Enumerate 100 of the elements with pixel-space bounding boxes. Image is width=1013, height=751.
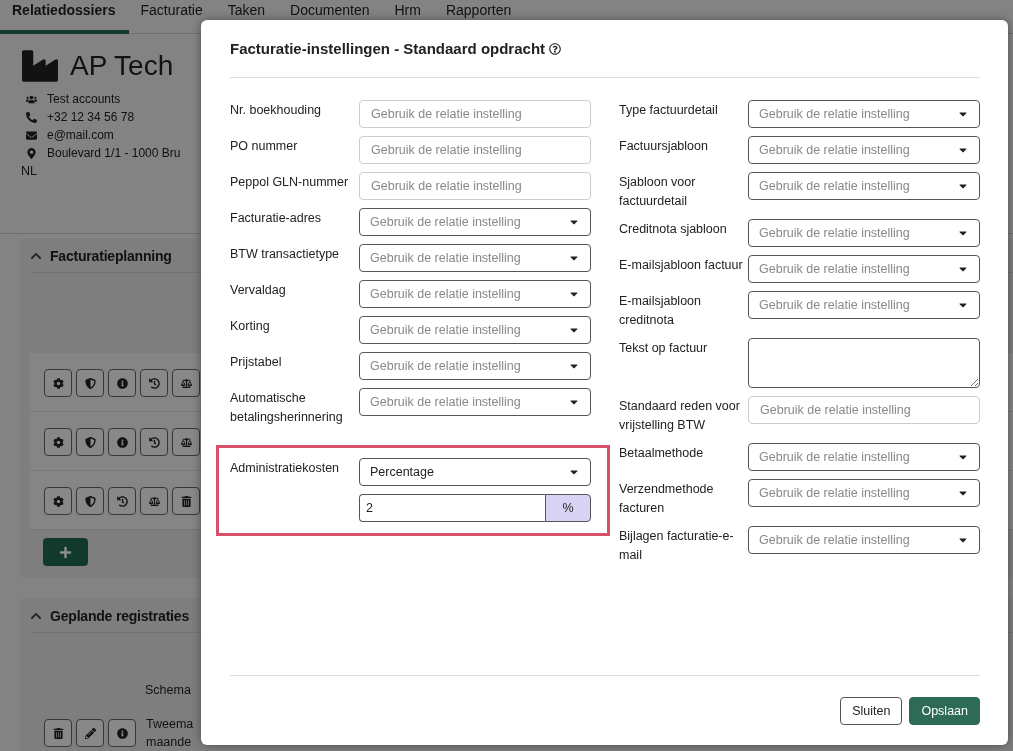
dropdown-field[interactable]: Gebruik de relatie instelling	[748, 291, 980, 319]
chevron-up-icon[interactable]	[30, 610, 42, 622]
shield-button[interactable]	[76, 369, 104, 397]
shield-button[interactable]	[76, 428, 104, 456]
field-label: Prijstabel	[230, 354, 283, 371]
field-label: Betaalmethode	[619, 445, 705, 462]
dropdown-field[interactable]: Gebruik de relatie instelling	[748, 255, 980, 283]
history-button[interactable]	[108, 487, 136, 515]
dropdown-field[interactable]: Gebruik de relatie instelling	[748, 219, 980, 247]
shield-button[interactable]	[76, 487, 104, 515]
tab[interactable]: Relatiedossiers	[0, 0, 129, 34]
add-button[interactable]	[43, 538, 88, 566]
save-button[interactable]: Opslaan	[909, 697, 980, 725]
field-label: Peppol GLN-nummer	[230, 174, 350, 191]
dropdown-field[interactable]: Gebruik de relatie instelling	[748, 479, 980, 507]
dropdown-field[interactable]: Gebruik de relatie instelling	[748, 526, 980, 554]
gear-icon	[52, 495, 64, 507]
dropdown-field[interactable]: Gebruik de relatie instelling	[359, 388, 591, 416]
shield-icon	[84, 495, 96, 507]
info-icon	[116, 727, 128, 739]
company-name: AP Tech	[70, 50, 174, 82]
dialog-title: Facturatie-instellingen - Standaard opdracht	[230, 40, 546, 57]
field-label: Administratiekosten	[230, 460, 341, 477]
dropdown-field[interactable]: Gebruik de relatie instelling	[748, 100, 980, 128]
info-icon	[116, 377, 128, 389]
dropdown-field[interactable]: Gebruik de relatie instelling	[748, 443, 980, 471]
text-field[interactable]: Gebruik de relatie instelling	[748, 396, 980, 424]
info-button[interactable]	[108, 719, 136, 747]
gear-button[interactable]	[44, 487, 72, 515]
history-icon	[148, 436, 160, 448]
info-button[interactable]	[108, 369, 136, 397]
field-label: E-mailsjabloon creditnota	[619, 293, 702, 329]
shield-icon	[84, 377, 96, 389]
field-label: Vervaldag	[230, 282, 287, 299]
field-label: Korting	[230, 318, 271, 335]
text-field[interactable]: Gebruik de relatie instelling	[359, 172, 591, 200]
scale-icon	[148, 495, 160, 507]
country-code: NL	[21, 163, 38, 180]
gear-icon	[52, 377, 64, 389]
contact-detail: Test accounts	[47, 91, 121, 108]
trash-icon	[180, 495, 192, 507]
field-label: Facturatie-adres	[230, 210, 322, 227]
chevron-up-icon[interactable]	[30, 250, 42, 262]
field-label: Type factuurdetail	[619, 102, 719, 119]
scale-button[interactable]	[172, 428, 200, 456]
trash-button[interactable]	[44, 719, 72, 747]
pencil-button[interactable]	[76, 719, 104, 747]
dropdown-field[interactable]: Gebruik de relatie instelling	[359, 244, 591, 272]
history-button[interactable]	[140, 428, 168, 456]
field-label: Verzendmethode facturen	[619, 481, 715, 517]
field-label: Creditnota sjabloon	[619, 221, 728, 238]
dropdown-field[interactable]: Gebruik de relatie instelling	[359, 208, 591, 236]
table-cell-text: Tweema maande	[146, 716, 194, 751]
field-label: Factuursjabloon	[619, 138, 709, 155]
number-field[interactable]: 2	[359, 494, 545, 522]
history-icon	[148, 377, 160, 389]
field-label: E-mailsjabloon factuur	[619, 257, 744, 274]
dropdown-field[interactable]: Gebruik de relatie instelling	[359, 352, 591, 380]
contact-detail: Boulevard 1/1 - 1000 Bru	[47, 145, 181, 162]
contact-detail: +32 12 34 56 78	[47, 109, 135, 126]
field-label: BTW transactietype	[230, 246, 341, 263]
text-field[interactable]: Gebruik de relatie instelling	[359, 136, 591, 164]
close-button[interactable]: Sluiten	[840, 697, 903, 725]
tab[interactable]: Facturatie	[128, 0, 216, 34]
pencil-icon	[84, 727, 96, 739]
phone-icon	[26, 111, 37, 123]
field-label: PO nummer	[230, 138, 299, 155]
users-icon	[26, 93, 37, 105]
info-icon	[116, 436, 128, 448]
dropdown-field[interactable]: Gebruik de relatie instelling	[359, 316, 591, 344]
text-area-field[interactable]	[748, 338, 980, 388]
info-button[interactable]	[108, 428, 136, 456]
shield-icon	[84, 436, 96, 448]
dropdown-field[interactable]: Gebruik de relatie instelling	[748, 136, 980, 164]
trash-button[interactable]	[172, 487, 200, 515]
section-title: Geplande registraties	[50, 608, 189, 624]
dropdown-field[interactable]: Gebruik de relatie instelling	[748, 172, 980, 200]
field-label: Standaard reden voor vrijstelling BTW	[619, 398, 741, 434]
map-pin-icon	[26, 147, 37, 159]
scale-icon	[180, 436, 192, 448]
history-icon	[116, 495, 128, 507]
plus-icon	[59, 545, 72, 559]
contact-detail: e@mail.com	[47, 127, 114, 144]
gear-button[interactable]	[44, 369, 72, 397]
envelope-icon	[26, 129, 37, 141]
scale-button[interactable]	[140, 487, 168, 515]
history-button[interactable]	[140, 369, 168, 397]
help-icon[interactable]	[549, 42, 562, 55]
scale-button[interactable]	[172, 369, 200, 397]
scale-icon	[180, 377, 192, 389]
dropdown-field[interactable]: Gebruik de relatie instelling	[359, 280, 591, 308]
factory-icon	[22, 48, 58, 84]
field-label: Sjabloon voor factuurdetail	[619, 174, 697, 210]
field-label: Bijlagen facturatie-e-mail	[619, 528, 735, 564]
field-label: Automatische betalingsherinnering	[230, 390, 344, 426]
gear-icon	[52, 436, 64, 448]
gear-button[interactable]	[44, 428, 72, 456]
field-label: Nr. boekhouding	[230, 102, 323, 119]
text-field[interactable]: Gebruik de relatie instelling	[359, 100, 591, 128]
dropdown-field[interactable]: Percentage	[359, 458, 591, 486]
